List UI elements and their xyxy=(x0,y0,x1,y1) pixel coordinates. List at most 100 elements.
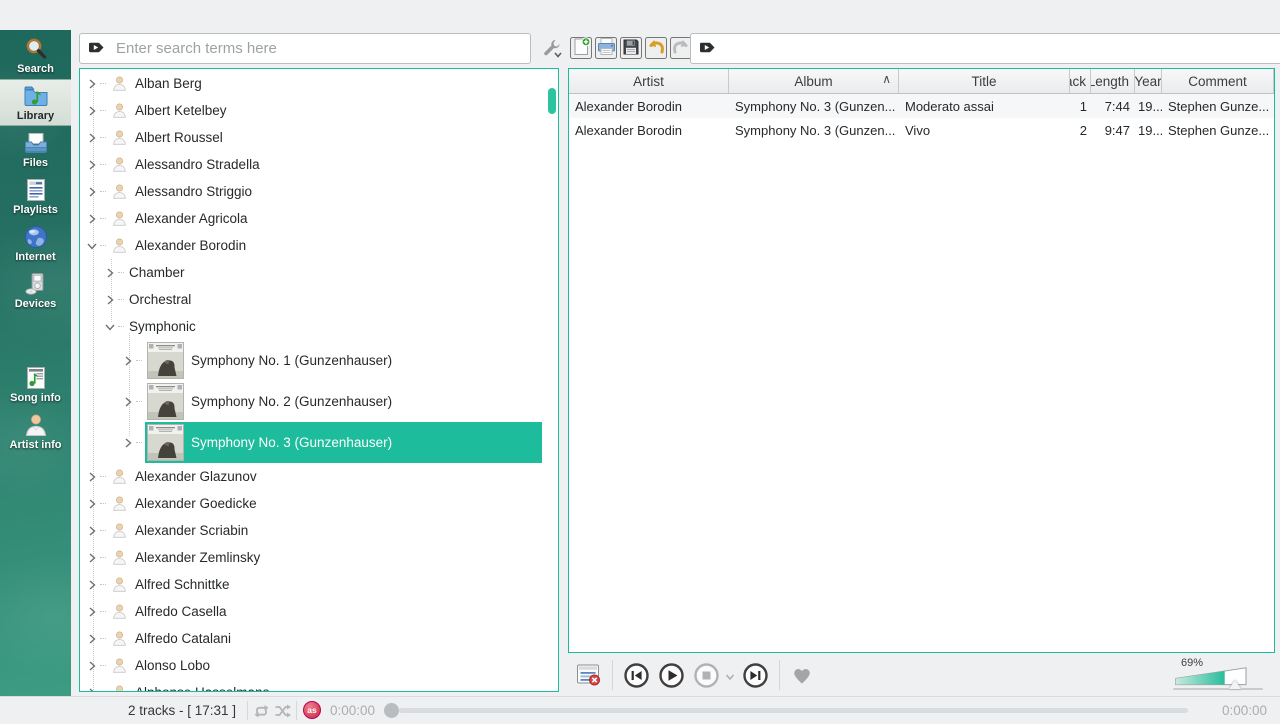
search-box[interactable] xyxy=(79,33,531,64)
tree-item[interactable]: Alexander Borodin xyxy=(80,232,558,259)
tree-item[interactable]: Orchestral xyxy=(80,286,558,313)
menu-item[interactable] xyxy=(51,13,59,17)
sidebar-item[interactable]: Devices xyxy=(0,267,71,314)
tree-item[interactable]: Alexander Agricola xyxy=(80,205,558,232)
menu-item[interactable] xyxy=(127,13,135,17)
track-row[interactable]: Alexander BorodinSymphony No. 3 (Gunzen.… xyxy=(569,118,1274,142)
sidebar-item[interactable]: Search xyxy=(0,32,71,79)
sidebar-item[interactable]: Library xyxy=(0,79,71,126)
tree-item[interactable]: Alfredo Casella xyxy=(80,598,558,625)
expander-icon[interactable] xyxy=(86,159,98,171)
scrobbler-button[interactable]: as xyxy=(303,701,321,719)
loop-button[interactable] xyxy=(253,704,270,721)
tree-item-label: Chamber xyxy=(129,265,185,280)
tree-item[interactable]: Alessandro Stradella xyxy=(80,151,558,178)
expander-icon[interactable] xyxy=(104,267,116,279)
expander-icon[interactable] xyxy=(86,498,98,510)
album-cover xyxy=(147,424,184,461)
expander-icon[interactable] xyxy=(86,660,98,672)
seek-handle[interactable] xyxy=(384,703,399,718)
tree-item[interactable]: Symphony No. 3 (Gunzenhauser) xyxy=(80,422,558,463)
expander-icon[interactable] xyxy=(122,355,134,367)
expander-icon[interactable] xyxy=(86,471,98,483)
menu-item[interactable] xyxy=(13,13,21,17)
sidebar-item[interactable]: Song info xyxy=(0,361,71,408)
menu-item[interactable] xyxy=(165,13,173,17)
shuffle-button[interactable] xyxy=(274,704,291,721)
expander-icon[interactable] xyxy=(104,294,116,306)
sidebar-item[interactable]: Artist info xyxy=(0,408,71,455)
toolbar-button[interactable] xyxy=(595,37,617,59)
toolbar-button[interactable] xyxy=(670,37,692,59)
tree-item[interactable]: Alfredo Catalani xyxy=(80,625,558,652)
seek-track[interactable] xyxy=(399,708,1188,713)
table-column-header[interactable]: Length xyxy=(1091,69,1135,93)
show-playlist-button[interactable] xyxy=(572,662,606,688)
tree-item[interactable]: Alfred Schnittke xyxy=(80,571,558,598)
sidebar-item[interactable]: Files xyxy=(0,126,71,173)
table-column-header[interactable]: Year xyxy=(1135,69,1162,93)
sidebar-item[interactable]: Internet xyxy=(0,220,71,267)
expander-icon[interactable] xyxy=(86,552,98,564)
playlist-filter-input[interactable] xyxy=(724,40,1280,58)
table-column-header[interactable]: Title xyxy=(899,69,1070,93)
volume-handle[interactable] xyxy=(1229,680,1241,689)
tree-item[interactable]: Symphony No. 2 (Gunzenhauser) xyxy=(80,381,558,422)
tree-item[interactable]: Albert Roussel xyxy=(80,124,558,151)
expander-icon[interactable] xyxy=(86,240,98,252)
tree-item[interactable]: Alban Berg xyxy=(80,70,558,97)
toolbar-button[interactable] xyxy=(645,37,667,59)
expander-icon[interactable] xyxy=(122,437,134,449)
playlist-filter-box[interactable] xyxy=(690,33,1280,64)
play-button[interactable] xyxy=(654,662,689,689)
tree-item[interactable]: Alexander Zemlinsky xyxy=(80,544,558,571)
menu-item[interactable] xyxy=(89,13,97,17)
expander-icon[interactable] xyxy=(86,105,98,117)
search-input[interactable] xyxy=(114,39,522,58)
stop-options-button[interactable] xyxy=(724,671,736,686)
tree-item-label: Symphony No. 3 (Gunzenhauser) xyxy=(191,435,392,450)
expander-icon[interactable] xyxy=(86,633,98,645)
tree-item[interactable]: Alessandro Striggio xyxy=(80,178,558,205)
tree-item[interactable]: Alexander Goedicke xyxy=(80,490,558,517)
expander-icon[interactable] xyxy=(122,396,134,408)
tree-item[interactable]: Symphony No. 1 (Gunzenhauser) xyxy=(80,340,558,381)
chevron-down-icon xyxy=(724,671,736,683)
expander-icon[interactable] xyxy=(86,213,98,225)
expander-icon[interactable] xyxy=(86,78,98,90)
expander-icon[interactable] xyxy=(86,186,98,198)
track-row[interactable]: Alexander BorodinSymphony No. 3 (Gunzen.… xyxy=(569,94,1274,118)
expander-icon[interactable] xyxy=(86,525,98,537)
next-button[interactable] xyxy=(738,662,773,689)
stop-button[interactable] xyxy=(689,662,724,689)
volume-track[interactable] xyxy=(1173,688,1263,690)
previous-button[interactable] xyxy=(619,662,654,689)
sidebar-item-label: Search xyxy=(17,63,54,75)
advanced-search-button[interactable] xyxy=(539,36,565,62)
expander-icon[interactable] xyxy=(86,606,98,618)
table-column-header[interactable]: Comment xyxy=(1162,69,1274,93)
tree-item[interactable]: Alonso Lobo xyxy=(80,652,558,679)
tree-item[interactable]: Chamber xyxy=(80,259,558,286)
expander-icon[interactable] xyxy=(86,132,98,144)
expander-icon[interactable] xyxy=(86,579,98,591)
expander-icon[interactable] xyxy=(86,687,98,693)
globe-icon xyxy=(23,224,49,250)
sidebar-item[interactable]: Playlists xyxy=(0,173,71,220)
table-column-header[interactable]: Album ∧ xyxy=(729,69,899,93)
table-column-header[interactable]: Artist xyxy=(569,69,729,93)
favorite-button[interactable] xyxy=(786,663,818,687)
toolbar-button[interactable] xyxy=(620,37,642,59)
tree-connector xyxy=(100,476,106,477)
table-column-header[interactable]: Track xyxy=(1070,69,1091,93)
tree-item[interactable]: Albert Ketelbey xyxy=(80,97,558,124)
volume-control[interactable]: 69% xyxy=(1173,656,1265,694)
expander-icon[interactable] xyxy=(104,321,116,333)
tree-item[interactable]: Alphonse Hasselmans xyxy=(80,679,558,692)
tree-item[interactable]: Symphonic xyxy=(80,313,558,340)
toolbar-button[interactable] xyxy=(570,37,592,59)
tree-item[interactable]: Alexander Glazunov xyxy=(80,463,558,490)
tree-item[interactable]: Alexander Scriabin xyxy=(80,517,558,544)
tree-scrollbar-thumb[interactable] xyxy=(548,88,556,114)
artist-tree-panel: Alban Berg Albert Ketelbey xyxy=(79,68,559,692)
